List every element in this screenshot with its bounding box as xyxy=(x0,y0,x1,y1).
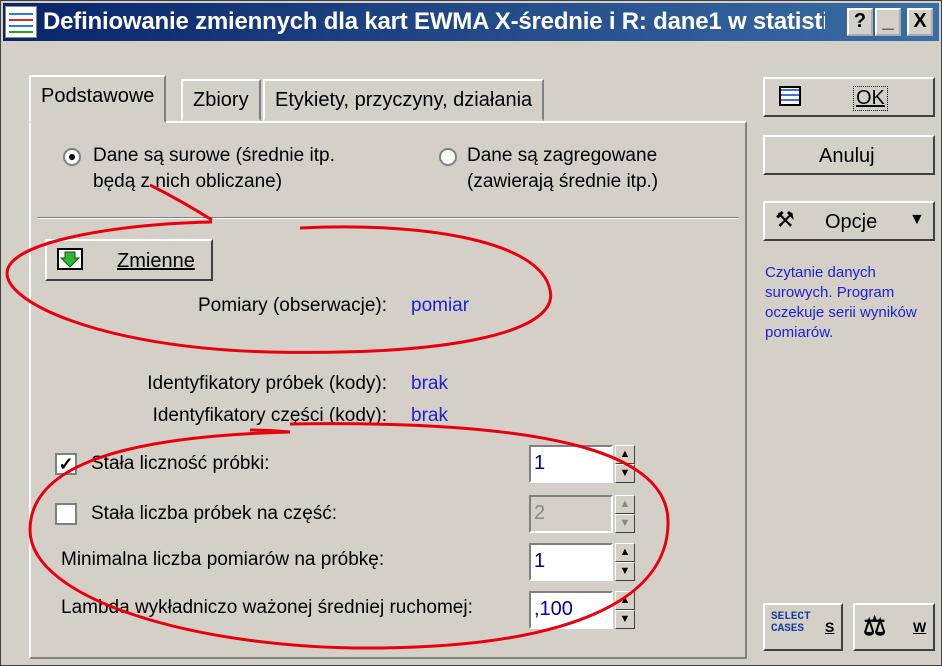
weights-button[interactable]: ⚖ W xyxy=(853,603,935,651)
spin-down-icon[interactable]: ▼ xyxy=(615,464,635,483)
weight-icon: ⚖ xyxy=(863,611,887,641)
radio-dot xyxy=(69,154,75,160)
select-cases-button[interactable]: SELECT CASES S xyxy=(763,603,843,651)
raw-data-label-1: Dane są surowe (średnie itp. xyxy=(93,145,335,166)
variables-label: Zmienne xyxy=(117,250,195,272)
samples-per-part-input: 2 xyxy=(529,495,613,533)
ok-label: OK xyxy=(853,86,888,111)
raw-data-label-2: będą z nich obliczane) xyxy=(93,171,283,192)
part-ids-value[interactable]: brak xyxy=(411,405,448,427)
part-ids-label: Identyfikatory części (kody): xyxy=(152,405,387,426)
min-measurements-input[interactable]: 1 xyxy=(529,543,613,581)
sample-ids-label: Identyfikatory próbek (kody): xyxy=(147,373,387,394)
spin-up-icon[interactable]: ▲ xyxy=(615,591,635,610)
hammer-icon: ⚒ xyxy=(775,207,795,232)
minimize-button[interactable]: _ xyxy=(875,8,901,36)
sample-ids-value[interactable]: brak xyxy=(411,373,448,395)
tab-label: Zbiory xyxy=(193,89,249,111)
aggregated-label-2: (zawierają średnie itp.) xyxy=(467,171,659,192)
fixed-sample-size-checkbox[interactable]: ✓ xyxy=(55,453,77,475)
radio-raw-data[interactable] xyxy=(63,148,81,166)
tab-zbiory[interactable]: Zbiory xyxy=(181,79,261,121)
hint-text: Czytanie danych surowych. Program oczeku… xyxy=(765,264,917,341)
measurements-label: Pomiary (obserwacje): xyxy=(198,295,387,316)
spin-down-icon: ▼ xyxy=(615,514,635,533)
min-measurements-spinner[interactable]: ▲ ▼ xyxy=(615,543,635,581)
dialog-window: Definiowanie zmiennych dla kart EWMA X-ś… xyxy=(0,0,942,666)
spin-down-icon[interactable]: ▼ xyxy=(615,562,635,581)
aggregated-label-1: Dane są zagregowane xyxy=(467,145,658,166)
tab-panel xyxy=(29,121,747,659)
samples-per-part-checkbox[interactable] xyxy=(55,503,77,525)
tab-label: Podstawowe xyxy=(41,85,155,107)
spin-up-icon: ▲ xyxy=(615,495,635,514)
lambda-spinner[interactable]: ▲ ▼ xyxy=(615,591,635,629)
cancel-label: Anuluj xyxy=(819,145,875,167)
window-title: Definiowanie zmiennych dla kart EWMA X-ś… xyxy=(43,8,825,35)
chevron-down-icon: ▼ xyxy=(909,211,925,228)
cancel-button[interactable]: Anuluj xyxy=(763,135,935,175)
options-button[interactable]: ⚒ Opcje ▼ xyxy=(763,201,935,241)
select-cases-line1: SELECT xyxy=(771,611,811,623)
fixed-sample-size-input[interactable]: 1 xyxy=(529,445,613,483)
measurements-value[interactable]: pomiar xyxy=(411,295,469,317)
spin-down-icon[interactable]: ▼ xyxy=(615,610,635,629)
samples-per-part-label: Stała liczba próbek na część: xyxy=(91,503,338,524)
options-label: Opcje xyxy=(825,211,878,233)
table-icon xyxy=(779,86,801,106)
samples-per-part-spinner: ▲ ▼ xyxy=(615,495,635,533)
select-cases-key: S xyxy=(825,619,835,635)
lambda-label: Lambda wykładniczo ważonej średniej ruch… xyxy=(61,597,473,618)
title-bar[interactable]: Definiowanie zmiennych dla kart EWMA X-ś… xyxy=(3,3,939,41)
variables-icon xyxy=(57,248,83,270)
tab-podstawowe[interactable]: Podstawowe xyxy=(29,75,167,123)
radio-aggregated-data[interactable] xyxy=(439,148,457,166)
select-cases-icon: SELECT CASES xyxy=(771,611,811,635)
fixed-sample-size-spinner[interactable]: ▲ ▼ xyxy=(615,445,635,483)
app-icon xyxy=(5,6,37,38)
separator xyxy=(37,217,739,219)
tab-label: Etykiety, przyczyny, działania xyxy=(275,89,533,111)
ok-button[interactable]: OK xyxy=(763,77,935,117)
spin-up-icon[interactable]: ▲ xyxy=(615,543,635,562)
spin-up-icon[interactable]: ▲ xyxy=(615,445,635,464)
weights-key: W xyxy=(913,619,927,635)
help-button[interactable]: ? xyxy=(847,8,873,36)
fixed-sample-size-label: Stała liczność próbki: xyxy=(91,453,270,474)
variables-button[interactable]: Zmienne xyxy=(45,239,213,281)
select-cases-line2: CASES xyxy=(771,623,805,635)
tab-etykiety[interactable]: Etykiety, przyczyny, działania xyxy=(263,79,545,121)
close-button[interactable]: X xyxy=(907,8,933,36)
min-measurements-label: Minimalna liczba pomiarów na próbkę: xyxy=(61,549,385,570)
lambda-input[interactable]: ,100 xyxy=(529,591,613,629)
